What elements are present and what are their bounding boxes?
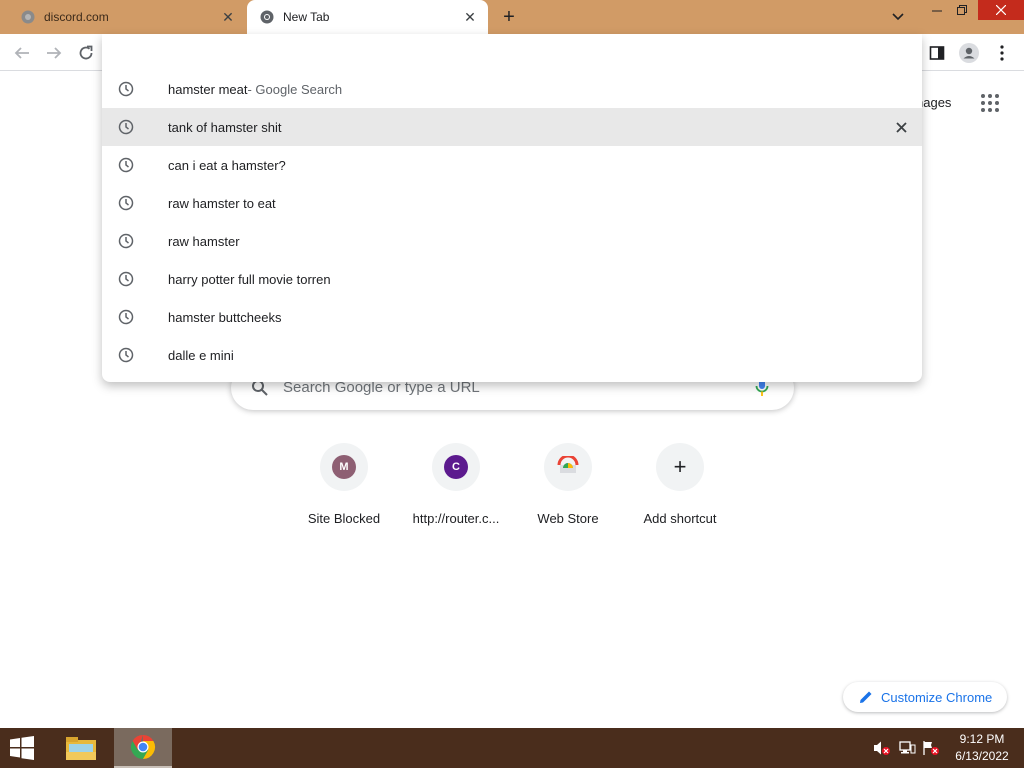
shortcut-letter-icon: C — [444, 455, 468, 479]
tab-title: New Tab — [283, 10, 330, 24]
history-clock-icon — [118, 309, 134, 325]
omnibox-suggestion[interactable]: dalle e mini — [102, 336, 922, 374]
history-clock-icon — [118, 119, 134, 135]
windows-taskbar: 9:12 PM 6/13/2022 — [0, 728, 1024, 768]
omnibox-dropdown: hamster meat - Google Search tank of ham… — [102, 34, 922, 382]
kebab-menu-icon[interactable] — [991, 42, 1013, 64]
restore-window-icon[interactable] — [945, 0, 979, 20]
web-store-icon — [557, 454, 579, 479]
shortcut-site-blocked[interactable]: M Site Blocked — [288, 443, 400, 533]
shortcut-label: http://router.c... — [412, 511, 500, 526]
omnibox-suggestion[interactable]: harry potter full movie torren — [102, 260, 922, 298]
customize-chrome-button[interactable]: Customize Chrome — [843, 682, 1007, 712]
reload-icon[interactable] — [75, 42, 97, 64]
omnibox-input[interactable] — [102, 34, 922, 70]
network-icon[interactable] — [897, 738, 917, 758]
tab-search-chevron-icon[interactable] — [888, 8, 908, 26]
history-clock-icon — [118, 233, 134, 249]
chrome-taskbar-icon[interactable] — [114, 728, 172, 768]
system-clock[interactable]: 9:12 PM 6/13/2022 — [948, 731, 1016, 765]
shortcut-label: Site Blocked — [307, 511, 381, 526]
action-center-flag-icon[interactable] — [921, 738, 941, 758]
new-tab-button[interactable]: + — [498, 6, 520, 28]
suggestion-text: dalle e mini — [168, 347, 234, 363]
forward-arrow-icon[interactable] — [43, 42, 65, 64]
search-icon — [251, 379, 269, 402]
clock-date: 6/13/2022 — [955, 749, 1009, 763]
pencil-icon — [859, 690, 873, 704]
shortcut-web-store[interactable]: Web Store — [512, 443, 624, 533]
chrome-favicon-icon — [259, 9, 275, 25]
omnibox-suggestion[interactable]: raw hamster to eat — [102, 184, 922, 222]
history-clock-icon — [118, 347, 134, 363]
close-tab-icon[interactable]: ✕ — [462, 9, 478, 25]
suggestion-text: hamster buttcheeks — [168, 309, 282, 325]
suggestion-text: hamster meat — [168, 81, 248, 97]
discord-favicon-icon — [20, 9, 36, 25]
volume-muted-icon[interactable] — [872, 738, 892, 758]
suggestion-text: can i eat a hamster? — [168, 157, 286, 173]
shortcut-tile: C — [432, 443, 480, 491]
add-shortcut-button[interactable]: + Add shortcut — [624, 443, 736, 533]
windows-start-icon[interactable] — [8, 736, 38, 762]
shortcut-label: Add shortcut — [643, 511, 717, 526]
tab-title: discord.com — [44, 10, 109, 24]
close-window-icon[interactable] — [978, 0, 1024, 20]
tab-strip: discord.com ✕ New Tab ✕ + — [0, 0, 1024, 34]
shortcut-tile: + — [656, 443, 704, 491]
suggestion-text: tank of hamster shit — [168, 119, 282, 135]
omnibox-suggestion[interactable]: hamster meat - Google Search — [102, 70, 922, 108]
omnibox-suggestion[interactable]: hamster buttcheeks — [102, 298, 922, 336]
side-panel-icon[interactable] — [926, 42, 948, 64]
file-explorer-icon[interactable] — [58, 728, 104, 768]
shortcut-label: Web Store — [537, 511, 599, 526]
profile-icon[interactable] — [958, 42, 980, 64]
history-clock-icon — [118, 157, 134, 173]
omnibox-suggestion[interactable]: can i eat a hamster? — [102, 146, 922, 184]
suggestion-text: raw hamster — [168, 233, 240, 249]
clock-time: 9:12 PM — [959, 732, 1005, 746]
history-clock-icon — [118, 81, 134, 97]
omnibox-suggestion[interactable]: raw hamster — [102, 222, 922, 260]
remove-suggestion-icon[interactable] — [894, 120, 908, 134]
tab-discord[interactable]: discord.com ✕ — [8, 0, 246, 34]
tab-new-tab[interactable]: New Tab ✕ — [247, 0, 488, 34]
omnibox-suggestion-selected[interactable]: tank of hamster shit — [102, 108, 922, 146]
suggestion-suffix: - Google Search — [247, 81, 343, 97]
back-arrow-icon[interactable] — [11, 42, 33, 64]
shortcut-letter-icon: M — [332, 455, 356, 479]
shortcut-tile: M — [320, 443, 368, 491]
shortcut-router[interactable]: C http://router.c... — [400, 443, 512, 533]
suggestion-text: harry potter full movie torren — [168, 271, 331, 287]
history-clock-icon — [118, 195, 134, 211]
google-apps-icon[interactable] — [980, 93, 1000, 113]
history-clock-icon — [118, 271, 134, 287]
customize-chrome-label: Customize Chrome — [881, 689, 993, 705]
shortcut-tile — [544, 443, 592, 491]
suggestion-text: raw hamster to eat — [168, 195, 276, 211]
plus-icon: + — [673, 454, 687, 479]
close-tab-icon[interactable]: ✕ — [220, 9, 236, 25]
